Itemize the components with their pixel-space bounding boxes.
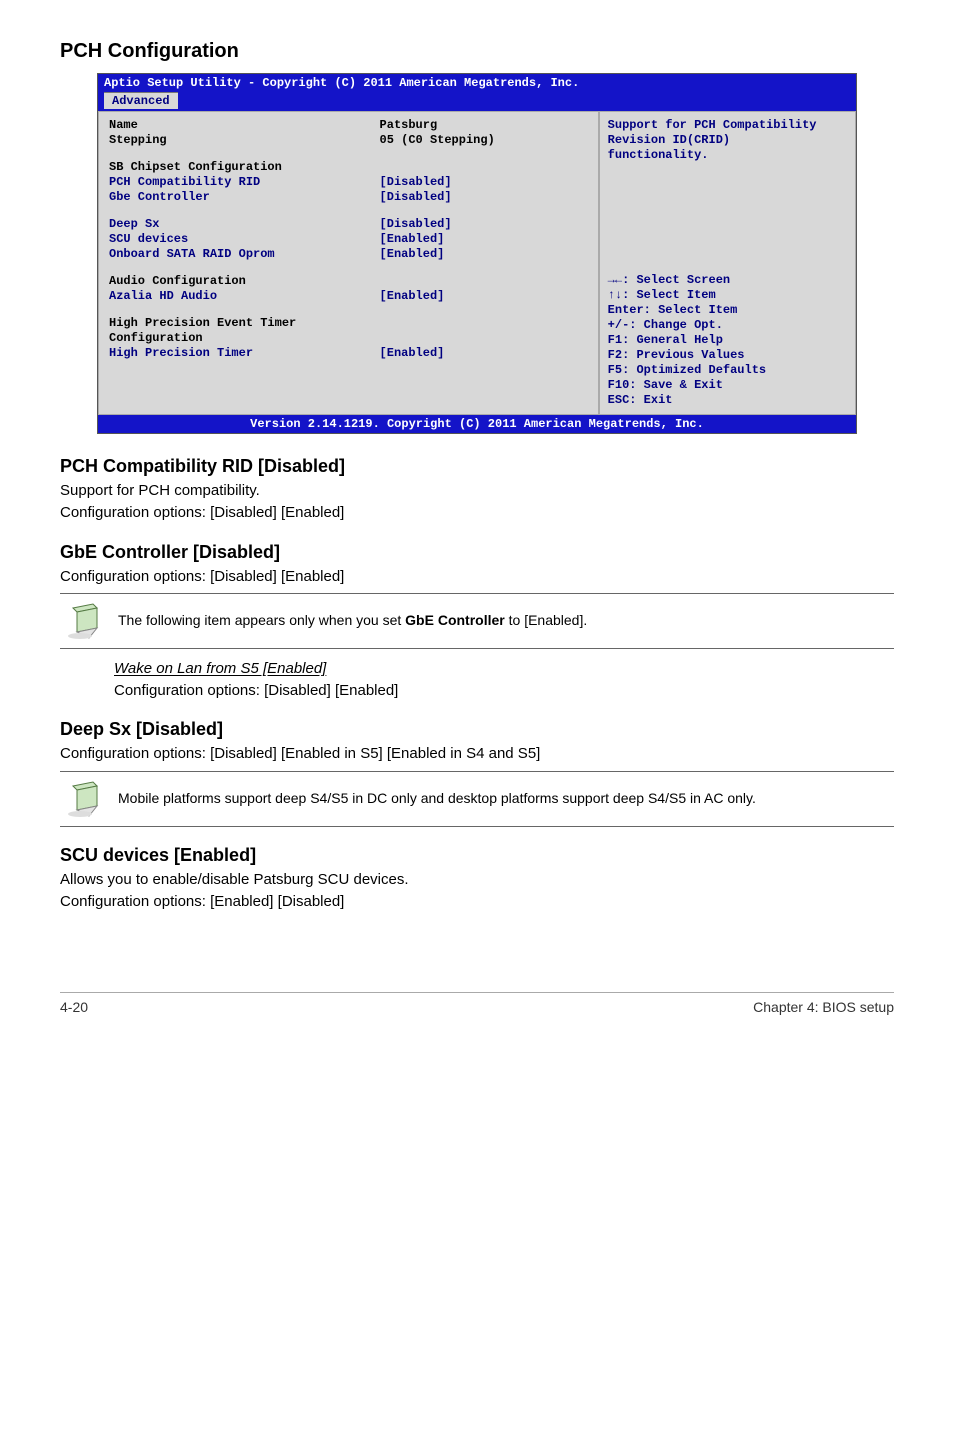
- pencil-icon: [64, 602, 104, 640]
- bios-hpet-label: High Precision Timer: [109, 346, 380, 361]
- bios-body: Name Patsburg Stepping 05 (C0 Stepping) …: [98, 111, 856, 415]
- bios-deep-sx-value: [Disabled]: [380, 217, 588, 232]
- gbe-config-opts: Configuration options: [Disabled] [Enabl…: [60, 567, 894, 587]
- bios-help-key: F2: Previous Values: [608, 348, 847, 363]
- pencil-icon: [64, 780, 104, 818]
- bios-help-panel: Support for PCH Compatibility Revision I…: [599, 111, 856, 415]
- wake-on-lan-heading: Wake on Lan from S5 [Enabled]: [114, 660, 326, 677]
- bios-tabbar: Advanced: [98, 92, 856, 111]
- wake-on-lan-opts: Configuration options: [Disabled] [Enabl…: [114, 681, 894, 701]
- bios-help-key: ↑↓: Select Item: [608, 288, 847, 303]
- note-gbe-pre: The following item appears only when you…: [118, 612, 405, 628]
- bios-onboard-sata-label: Onboard SATA RAID Oprom: [109, 247, 380, 262]
- bios-help-key: F1: General Help: [608, 333, 847, 348]
- bios-gbe-label: Gbe Controller: [109, 190, 380, 205]
- bios-gbe-value: [Disabled]: [380, 190, 588, 205]
- bios-help-key: F10: Save & Exit: [608, 378, 847, 393]
- heading-deep-sx: Deep Sx [Disabled]: [60, 719, 894, 740]
- bios-footer: Version 2.14.1219. Copyright (C) 2011 Am…: [98, 415, 856, 433]
- bios-help-key: F5: Optimized Defaults: [608, 363, 847, 378]
- note-block-gbe: The following item appears only when you…: [60, 593, 894, 649]
- chapter-label: Chapter 4: BIOS setup: [753, 999, 894, 1015]
- bios-deep-sx-label: Deep Sx: [109, 217, 380, 232]
- bios-titlebar: Aptio Setup Utility - Copyright (C) 2011…: [98, 74, 856, 92]
- bios-scu-value: [Enabled]: [380, 232, 588, 247]
- bios-name-value: Patsburg: [380, 118, 588, 133]
- note-gbe-post: to [Enabled].: [505, 612, 588, 628]
- scu-config-opts: Configuration options: [Enabled] [Disabl…: [60, 892, 894, 912]
- bios-stepping-label: Stepping: [109, 133, 380, 148]
- bios-help-key: ESC: Exit: [608, 393, 847, 408]
- bios-help-key: Enter: Select Item: [608, 303, 847, 318]
- bios-hpet-value: [Enabled]: [380, 346, 588, 361]
- bios-azalia-label: Azalia HD Audio: [109, 289, 380, 304]
- note-gbe-bold: GbE Controller: [405, 612, 505, 628]
- bios-help-line: functionality.: [608, 148, 847, 163]
- heading-pch-configuration: PCH Configuration: [60, 40, 894, 63]
- heading-scu-devices: SCU devices [Enabled]: [60, 845, 894, 866]
- bios-stepping-value: 05 (C0 Stepping): [380, 133, 588, 148]
- bios-name-label: Name: [109, 118, 380, 133]
- scu-desc-text: Allows you to enable/disable Patsburg SC…: [60, 870, 894, 890]
- page-footer: 4-20 Chapter 4: BIOS setup: [60, 992, 894, 1015]
- heading-pch-compat-rid: PCH Compatibility RID [Disabled]: [60, 456, 894, 477]
- deep-sx-opts: Configuration options: [Disabled] [Enabl…: [60, 744, 894, 764]
- bios-help-key: +/-: Change Opt.: [608, 318, 847, 333]
- bios-scu-label: SCU devices: [109, 232, 380, 247]
- bios-hpet-conf-label: High Precision Event Timer Configuration: [109, 316, 380, 346]
- note-block-deep-sx: Mobile platforms support deep S4/S5 in D…: [60, 771, 894, 827]
- page-number: 4-20: [60, 999, 88, 1015]
- bios-sb-chipset-label: SB Chipset Configuration: [109, 160, 380, 175]
- bios-tab-advanced: Advanced: [104, 92, 178, 109]
- bios-screenshot: Aptio Setup Utility - Copyright (C) 2011…: [97, 73, 857, 434]
- bios-onboard-sata-value: [Enabled]: [380, 247, 588, 262]
- bios-azalia-value: [Enabled]: [380, 289, 588, 304]
- bios-help-line: Revision ID(CRID): [608, 133, 847, 148]
- heading-gbe-controller: GbE Controller [Disabled]: [60, 542, 894, 563]
- bios-main-panel: Name Patsburg Stepping 05 (C0 Stepping) …: [98, 111, 599, 415]
- pch-compat-support-text: Support for PCH compatibility.: [60, 481, 894, 501]
- bios-help-line: Support for PCH Compatibility: [608, 118, 847, 133]
- bios-audio-conf-label: Audio Configuration: [109, 274, 380, 289]
- pch-compat-config-opts: Configuration options: [Disabled] [Enabl…: [60, 503, 894, 523]
- bios-pch-compat-rid-value: [Disabled]: [380, 175, 588, 190]
- bios-help-key: →←: Select Screen: [608, 273, 847, 288]
- bios-pch-compat-rid-label: PCH Compatibility RID: [109, 175, 380, 190]
- note-text-gbe: The following item appears only when you…: [118, 611, 890, 630]
- note-text-deep-sx: Mobile platforms support deep S4/S5 in D…: [118, 789, 890, 808]
